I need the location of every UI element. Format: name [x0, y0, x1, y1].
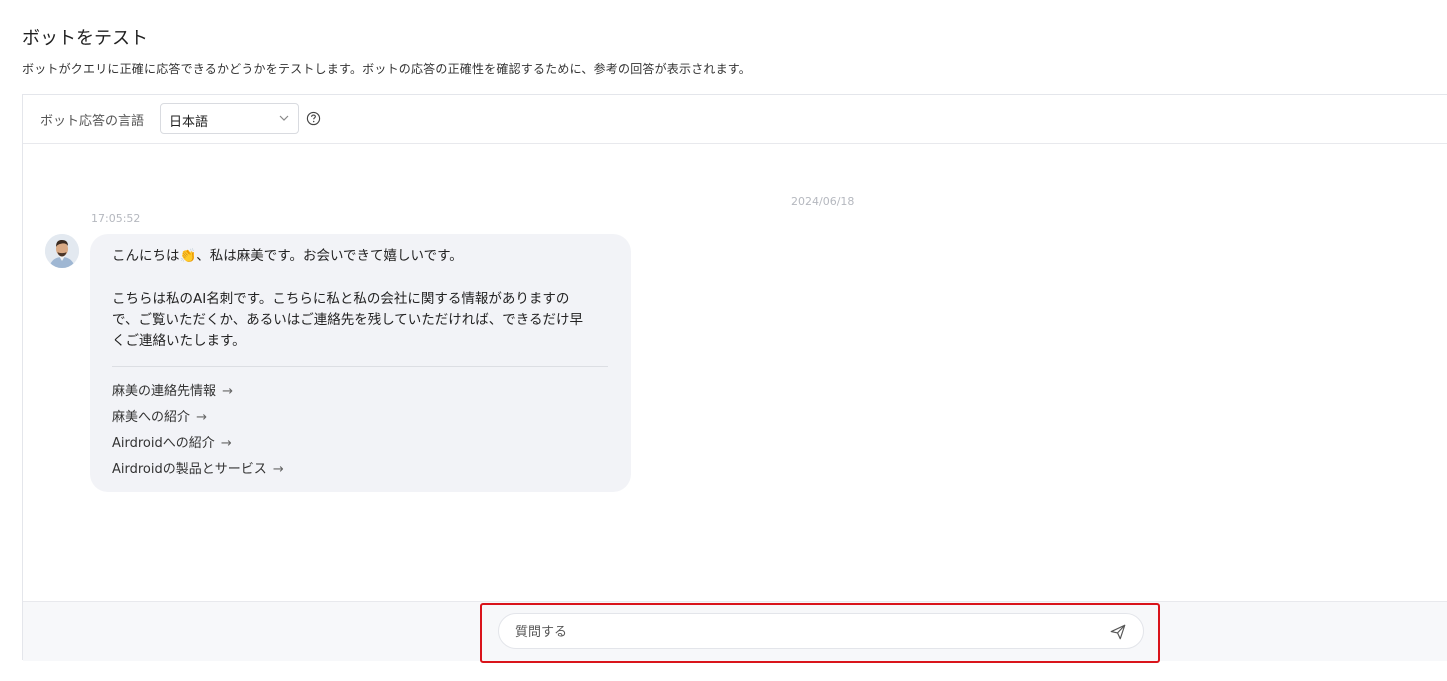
arrow-right-icon: →	[222, 384, 234, 399]
link-label: 麻美への紹介	[112, 410, 191, 425]
question-circle-icon[interactable]	[306, 111, 321, 126]
page-description: ボットがクエリに正確に応答できるかどうかをテストします。ボットの応答の正確性を確…	[22, 62, 752, 76]
arrow-right-icon: →	[272, 462, 284, 477]
language-select-value: 日本語	[169, 115, 209, 130]
chevron-down-icon	[279, 115, 289, 121]
message-timestamp: 17:05:52	[91, 212, 141, 225]
link-label: Airdroidへの紹介	[112, 436, 215, 451]
arrow-right-icon: →	[196, 410, 208, 425]
link-airdroid-products[interactable]: Airdroidの製品とサービス →	[112, 457, 609, 483]
message-line: こんにちは👏、私は麻美です。お会いできて嬉しいです。	[112, 248, 463, 264]
link-label: 麻美の連絡先情報	[112, 384, 217, 399]
chat-input-container[interactable]	[498, 613, 1144, 650]
quick-links: 麻美の連絡先情報 → 麻美への紹介 → Airdroidへの紹介 → Airdr…	[112, 379, 609, 483]
chat-date: 2024/06/18	[791, 195, 855, 208]
bot-message-bubble: こんにちは👏、私は麻美です。お会いできて嬉しいです。 こちらは私のAI名刺です。…	[90, 234, 631, 492]
page-title: ボットをテスト	[22, 28, 148, 49]
message-line: こちらは私のAI名刺です。こちらに私と私の会社に関する情報がありますの	[112, 291, 570, 307]
message-line: くご連絡いたします。	[112, 333, 246, 349]
avatar	[45, 234, 79, 268]
arrow-right-icon: →	[220, 436, 232, 451]
language-toolbar: ボット応答の言語 日本語	[23, 95, 1447, 144]
send-icon[interactable]	[1109, 623, 1127, 641]
chat-input[interactable]	[513, 614, 1097, 650]
link-label: Airdroidの製品とサービス	[112, 462, 267, 477]
link-airdroid-intro[interactable]: Airdroidへの紹介 →	[112, 431, 609, 457]
language-label: ボット応答の言語	[40, 114, 145, 129]
language-select[interactable]: 日本語	[160, 103, 299, 134]
divider	[112, 366, 608, 367]
message-line: で、ご覧いただくか、あるいはご連絡先を残していただければ、できるだけ早	[112, 312, 584, 328]
bot-test-panel: ボット応答の言語 日本語 2024/06/18 17:05:52 こんにちは👏、…	[22, 94, 1447, 661]
link-introduction[interactable]: 麻美への紹介 →	[112, 405, 609, 431]
link-contact-info[interactable]: 麻美の連絡先情報 →	[112, 379, 609, 405]
